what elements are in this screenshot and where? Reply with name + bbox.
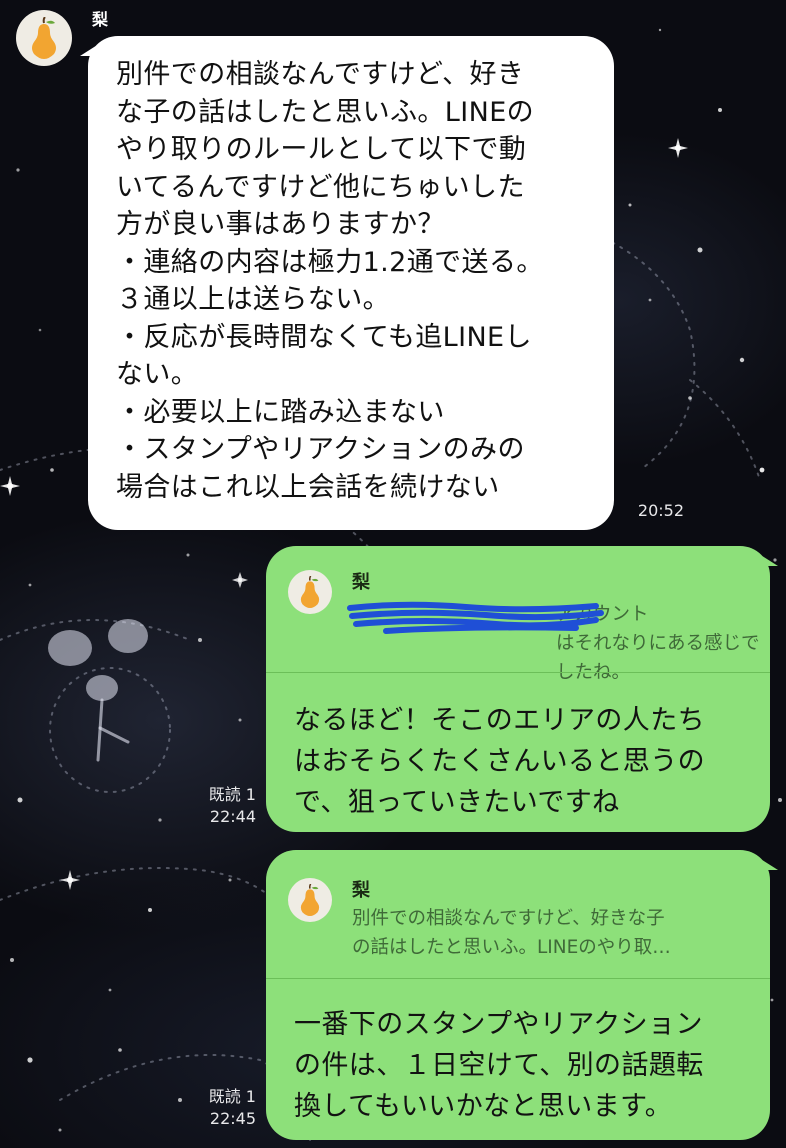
redaction-scribble [347, 601, 604, 634]
quoted-message-text: 別件での相談なんですけど、好きな子 の話はしたと思いふ。LINEのやり取… [352, 908, 671, 958]
read-receipt: 既読 1 [208, 1087, 256, 1106]
quoted-sender-name: 梨 [352, 880, 370, 901]
outgoing-message-bubble[interactable]: 梨 アカウント はそれなりにある感じでしたね。 なるほど！そこのエリアの人たち … [266, 546, 770, 832]
quoted-sender-name: 梨 [352, 572, 370, 593]
outgoing-message-text: なるほど！そこのエリアの人たち はおそらくたくさんいると思うの で、狙っていきた… [294, 705, 705, 818]
incoming-message-bubble[interactable]: 別件での相談なんですけど、好き な子の話はしたと思いふ。LINEの やり取りのル… [88, 36, 614, 530]
quote-divider [266, 978, 770, 979]
quoted-avatar [288, 570, 332, 614]
pear-icon [32, 17, 56, 59]
sender-name: 梨 [92, 10, 109, 29]
outgoing-message-text: 一番下のスタンプやリアクション の件は、１日空けて、別の話題転 換してもいいかな… [294, 1009, 704, 1122]
pear-icon [300, 576, 320, 608]
contact-avatar[interactable] [16, 10, 72, 66]
outgoing-message-bubble[interactable]: 梨 別件での相談なんですけど、好きな子 の話はしたと思いふ。LINEのやり取… … [266, 850, 770, 1140]
quoted-avatar [288, 878, 332, 922]
quote-divider [266, 672, 770, 673]
message-time: 20:52 [637, 501, 684, 520]
read-receipt: 既読 1 [208, 785, 256, 804]
incoming-message-text: 別件での相談なんですけど、好き な子の話はしたと思いふ。LINEの やり取りのル… [116, 59, 544, 503]
message-time: 22:44 [209, 807, 256, 826]
pear-icon [300, 884, 320, 916]
message-time: 22:45 [209, 1109, 256, 1128]
